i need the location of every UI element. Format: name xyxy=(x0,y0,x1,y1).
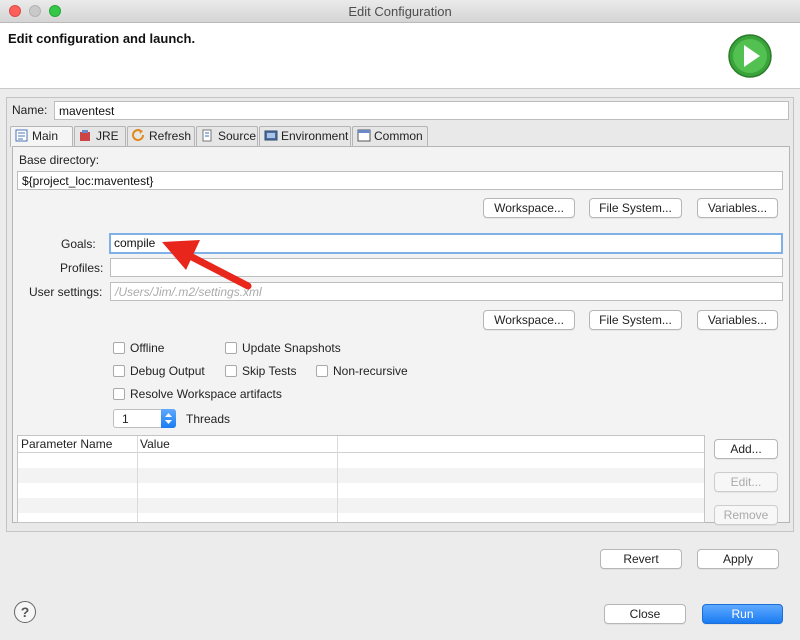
checkbox-box[interactable] xyxy=(113,365,125,377)
offline-checkbox[interactable]: Offline xyxy=(113,341,164,357)
checkbox-box[interactable] xyxy=(113,342,125,354)
column-parameter-name[interactable]: Parameter Name xyxy=(21,437,112,451)
title-bar: Edit Configuration xyxy=(0,0,800,23)
offline-label: Offline xyxy=(130,341,165,355)
debug-output-label: Debug Output xyxy=(130,364,205,378)
jre-icon xyxy=(80,130,90,141)
run-button[interactable]: Run xyxy=(702,604,783,624)
close-button[interactable]: Close xyxy=(604,604,686,624)
base-directory-label: Base directory: xyxy=(19,153,100,167)
table-header: Parameter Name Value xyxy=(18,436,704,453)
tab-common[interactable]: Common xyxy=(352,126,428,146)
edit-parameter-button[interactable]: Edit... xyxy=(714,472,778,492)
header-message: Edit configuration and launch. xyxy=(8,31,196,46)
update-snapshots-label: Update Snapshots xyxy=(242,341,341,355)
tab-jre[interactable]: JRE xyxy=(74,126,126,146)
column-value[interactable]: Value xyxy=(140,437,170,451)
remove-parameter-button[interactable]: Remove xyxy=(714,505,778,525)
parameters-table[interactable]: Parameter Name Value xyxy=(17,435,705,523)
main-icon xyxy=(15,129,28,142)
user-settings-label: User settings: xyxy=(29,285,103,299)
tab-environment[interactable]: Environment xyxy=(259,126,351,146)
table-row xyxy=(18,468,704,483)
add-parameter-button[interactable]: Add... xyxy=(714,439,778,459)
non-recursive-label: Non-recursive xyxy=(333,364,408,378)
column-divider xyxy=(337,436,338,522)
annotation-arrow-icon xyxy=(162,240,252,290)
window-title: Edit Configuration xyxy=(348,4,452,19)
tab-source[interactable]: Source xyxy=(196,126,258,146)
dialog-header: Edit configuration and launch. xyxy=(0,23,800,89)
run-launch-icon xyxy=(728,34,772,78)
base-filesystem-button[interactable]: File System... xyxy=(589,198,682,218)
skip-tests-label: Skip Tests xyxy=(242,364,297,378)
resolve-workspace-label: Resolve Workspace artifacts xyxy=(130,387,282,401)
checkbox-box[interactable] xyxy=(225,342,237,354)
threads-label: Threads xyxy=(186,412,231,426)
skip-tests-checkbox[interactable]: Skip Tests xyxy=(225,364,296,380)
checkbox-box[interactable] xyxy=(316,365,328,377)
refresh-icon xyxy=(132,129,145,142)
base-workspace-button[interactable]: Workspace... xyxy=(483,198,575,218)
tab-refresh[interactable]: Refresh xyxy=(127,126,195,146)
update-snapshots-checkbox[interactable]: Update Snapshots xyxy=(225,341,341,357)
tab-common-label: Common xyxy=(374,129,423,143)
tab-jre-label: JRE xyxy=(96,129,119,143)
up-down-icon xyxy=(165,413,172,424)
tab-source-label: Source xyxy=(218,129,257,143)
apply-button[interactable]: Apply xyxy=(697,549,779,569)
threads-spinner[interactable]: 1 xyxy=(113,409,176,428)
base-variables-button[interactable]: Variables... xyxy=(697,198,778,218)
debug-output-checkbox[interactable]: Debug Output xyxy=(113,364,205,380)
profiles-label: Profiles: xyxy=(60,261,104,275)
name-label: Name: xyxy=(12,103,48,117)
threads-value: 1 xyxy=(122,412,129,426)
tab-environment-label: Environment xyxy=(281,129,349,143)
checkbox-box[interactable] xyxy=(225,365,237,377)
tab-main[interactable]: Main xyxy=(10,126,73,147)
checkbox-box[interactable] xyxy=(113,388,125,400)
help-icon[interactable]: ? xyxy=(14,601,36,623)
goals-label: Goals: xyxy=(61,237,96,251)
revert-button[interactable]: Revert xyxy=(600,549,682,569)
settings-filesystem-button[interactable]: File System... xyxy=(589,310,682,330)
environment-icon xyxy=(264,130,278,141)
resolve-workspace-checkbox[interactable]: Resolve Workspace artifacts xyxy=(113,387,282,403)
spinner-arrows[interactable] xyxy=(161,409,176,428)
base-directory-input[interactable]: ${project_loc:maventest} xyxy=(17,171,783,190)
source-icon xyxy=(202,129,212,142)
settings-workspace-button[interactable]: Workspace... xyxy=(483,310,575,330)
tab-main-label: Main xyxy=(32,129,59,143)
tab-refresh-label: Refresh xyxy=(149,129,192,143)
table-row xyxy=(18,498,704,513)
non-recursive-checkbox[interactable]: Non-recursive xyxy=(316,364,408,380)
settings-variables-button[interactable]: Variables... xyxy=(697,310,778,330)
name-input[interactable]: maventest xyxy=(54,101,789,120)
column-divider xyxy=(137,436,138,522)
common-icon xyxy=(357,129,371,142)
